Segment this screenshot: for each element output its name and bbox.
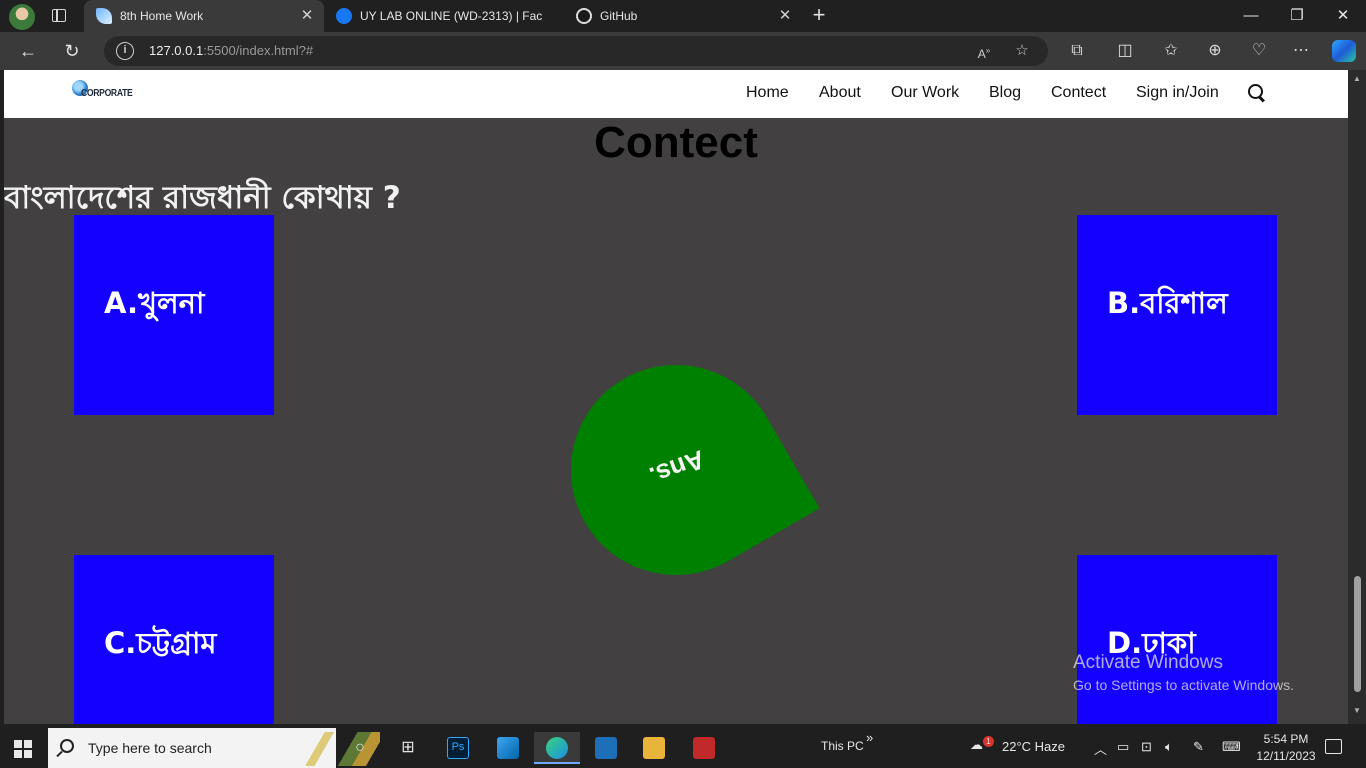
split-screen-icon[interactable]: ◫	[1112, 39, 1138, 63]
vertical-scrollbar[interactable]: ▲ ▼	[1348, 70, 1366, 724]
watermark-title: Activate Windows	[1073, 652, 1223, 673]
refresh-icon[interactable]: ↻	[59, 39, 85, 63]
extensions-icon[interactable]: ⧉	[1064, 39, 1090, 63]
weather-icon[interactable]: ☁	[970, 737, 983, 753]
avro-keyboard-icon[interactable]	[684, 732, 724, 764]
profile-avatar[interactable]	[9, 4, 35, 30]
nav-home[interactable]: Home	[746, 84, 789, 102]
new-tab-button[interactable]: +	[808, 3, 830, 27]
this-pc-toolbar[interactable]: This PC	[821, 739, 864, 753]
watermark-subtitle: Go to Settings to activate Windows.	[1073, 677, 1294, 693]
nav-our-work[interactable]: Our Work	[891, 84, 959, 102]
url-host: 127.0.0.1	[149, 43, 204, 58]
tab-uy-lab[interactable]: UY LAB ONLINE (WD-2313) | Fac	[324, 0, 564, 32]
option-c-box[interactable]: C.চট্টগ্রাম	[74, 555, 274, 724]
minimize-icon[interactable]: —	[1236, 4, 1266, 28]
tab-github[interactable]: GitHub ✕	[564, 0, 800, 32]
option-a-box[interactable]: A.খুলনা	[74, 215, 274, 415]
battery-icon[interactable]: ▭	[1117, 739, 1129, 755]
favorites-icon[interactable]: ✩	[1158, 39, 1184, 63]
back-arrow-icon[interactable]: ←	[15, 39, 41, 63]
weather-badge: 1	[983, 736, 994, 747]
url-path: :5500/index.html?#	[203, 43, 314, 58]
vscode-live-favicon-icon	[96, 8, 112, 24]
windows-taskbar: Type here to search ○ ⊞ Ps This PC » ☁ 1…	[0, 728, 1366, 768]
network-icon[interactable]: ⊡	[1141, 739, 1152, 755]
tab-title: GitHub	[600, 9, 638, 23]
show-hidden-icons[interactable]: ︿	[1094, 739, 1107, 758]
github-icon	[576, 8, 592, 24]
media-player-icon[interactable]	[586, 732, 626, 764]
pen-icon[interactable]: ✎	[1193, 739, 1204, 755]
search-icon[interactable]	[1248, 84, 1266, 102]
option-c-label: C.চট্টগ্রাম	[104, 626, 217, 660]
clock-date: 12/11/2023	[1256, 749, 1316, 763]
nav-blog[interactable]: Blog	[989, 84, 1021, 102]
site-logo[interactable]: CORPORATE	[72, 80, 142, 106]
collections-icon[interactable]: ⊕	[1202, 39, 1228, 63]
copilot-icon[interactable]	[1332, 40, 1356, 62]
scrollbar-thumb[interactable]	[1354, 576, 1361, 692]
close-tab-icon[interactable]: ✕	[776, 7, 794, 25]
activate-windows-watermark: Activate Windows Go to Settings to activ…	[1073, 652, 1294, 693]
page-title: Contect	[594, 118, 758, 167]
site-navbar: CORPORATE Home About Our Work Blog Conte…	[4, 70, 1348, 118]
browser-essentials-icon[interactable]: ♡	[1246, 39, 1272, 63]
file-explorer-icon[interactable]	[634, 732, 674, 764]
search-icon	[60, 739, 74, 753]
tab-8th-home-work[interactable]: 8th Home Work ✕	[84, 0, 324, 32]
scroll-down-icon[interactable]: ▼	[1352, 706, 1362, 715]
tab-actions-icon[interactable]	[48, 6, 72, 26]
read-aloud-icon[interactable]: A»	[974, 41, 994, 61]
option-d-box[interactable]: D.ঢাকা	[1077, 555, 1277, 724]
site-info-icon[interactable]: i	[116, 42, 134, 60]
close-window-icon[interactable]: ✕	[1328, 4, 1358, 28]
cortana-icon[interactable]: ○	[340, 732, 380, 764]
vscode-icon[interactable]	[488, 732, 528, 764]
weather-text[interactable]: 22°C Haze	[1002, 739, 1065, 754]
nav-sign-in[interactable]: Sign in/Join	[1136, 84, 1219, 102]
url-field[interactable]: i 127.0.0.1:5500/index.html?# A» ☆	[104, 36, 1048, 66]
windows-start-icon[interactable]	[14, 740, 32, 758]
nav-about[interactable]: About	[819, 84, 861, 102]
address-bar-row: ← ↻ i 127.0.0.1:5500/index.html?# A» ☆ ⧉…	[0, 32, 1366, 70]
toolbar-expand-icon[interactable]: »	[866, 730, 873, 745]
option-b-label: B.বরিশাল	[1107, 286, 1228, 320]
clock-time: 5:54 PM	[1263, 732, 1309, 746]
notification-icon[interactable]	[1325, 739, 1342, 754]
browser-tab-bar: 8th Home Work ✕ UY LAB ONLINE (WD-2313) …	[0, 0, 1366, 32]
page-viewport: CORPORATE Home About Our Work Blog Conte…	[4, 70, 1348, 724]
taskbar-search-box[interactable]: Type here to search	[48, 728, 380, 768]
tab-title: 8th Home Work	[120, 9, 204, 23]
photoshop-icon[interactable]: Ps	[438, 732, 478, 764]
system-clock[interactable]: 5:54 PM 12/11/2023	[1255, 731, 1317, 765]
volume-icon[interactable]: 🔈︎	[1165, 739, 1173, 755]
logo-text: CORPORATE	[81, 87, 133, 99]
restore-icon[interactable]: ❐	[1282, 4, 1312, 28]
facebook-icon	[336, 8, 352, 24]
option-a-label: A.খুলনা	[104, 286, 205, 320]
taskbar-search-placeholder: Type here to search	[88, 740, 212, 756]
scroll-up-icon[interactable]: ▲	[1352, 74, 1362, 83]
tab-title: UY LAB ONLINE (WD-2313) | Fac	[360, 9, 543, 23]
edge-taskbar-icon[interactable]	[534, 732, 580, 764]
option-b-box[interactable]: B.বরিশাল	[1077, 215, 1277, 415]
keyboard-icon[interactable]: ⌨	[1222, 739, 1241, 755]
more-menu-icon[interactable]: ⋯	[1288, 39, 1314, 63]
task-view-icon[interactable]: ⊞	[388, 732, 428, 764]
close-tab-icon[interactable]: ✕	[298, 7, 316, 25]
nav-contect[interactable]: Contect	[1051, 84, 1106, 102]
favorite-star-icon[interactable]: ☆	[1012, 41, 1032, 61]
